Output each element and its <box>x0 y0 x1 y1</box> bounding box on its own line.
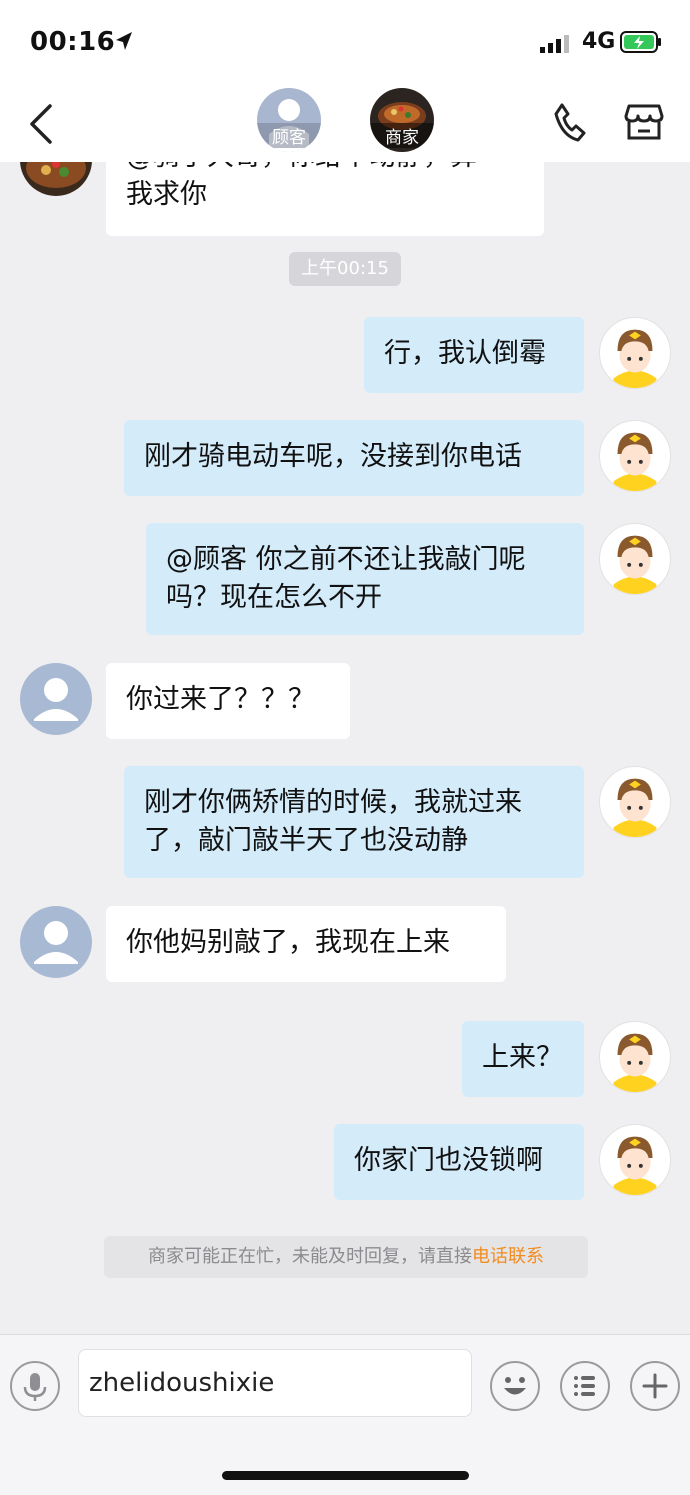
message-line: 刚才你俩矫情的时候，我就过来 <box>144 787 522 818</box>
rider-helmet-icon <box>613 329 657 388</box>
voice-button[interactable] <box>10 1361 60 1411</box>
list-icon <box>574 1376 595 1396</box>
rider-avatar <box>599 1124 671 1196</box>
quick-reply-button[interactable] <box>560 1361 610 1411</box>
phone-icon[interactable] <box>552 102 586 142</box>
rider-avatar <box>599 420 671 492</box>
plus-icon <box>642 1373 668 1399</box>
message-line: 你他妈别敲了，我现在上来 <box>126 927 450 958</box>
chat-header: 顾客 商家 <box>0 86 690 162</box>
rider-helmet-icon <box>613 1136 657 1195</box>
phone-contact-link[interactable]: 电话联系 <box>472 1246 544 1267</box>
message-line: 你过来了？？？ <box>126 684 315 715</box>
timestamp: 上午00:15 <box>289 252 401 286</box>
message-line: 了，敲门敲半天了也没动静 <box>144 825 468 856</box>
emoji-button[interactable] <box>490 1361 540 1411</box>
user-silhouette-icon <box>34 678 78 721</box>
message-bubble[interactable]: 刚才你俩矫情的时候，我就过来 了，敲门敲半天了也没动静 <box>124 766 584 878</box>
back-chevron-icon[interactable] <box>24 102 60 146</box>
message-bubble[interactable]: @骑手大哥，你给个动静，算 我求你 <box>106 162 544 236</box>
merchant-busy-notice: 商家可能正在忙，未能及时回复，请直接电话联系 <box>104 1236 588 1278</box>
message-list[interactable]: @骑手大哥，你给个动静，算 我求你 上午00:15 行，我认倒霉 刚才骑电动车呢… <box>0 162 690 1334</box>
battery-charging-icon <box>620 31 661 53</box>
network-label: 4G <box>582 29 616 54</box>
user-silhouette-icon <box>34 921 78 964</box>
merchant-avatar-button[interactable]: 商家 <box>370 88 434 152</box>
message-line: 我求你 <box>126 179 207 210</box>
message-bubble[interactable]: 刚才骑电动车呢，没接到你电话 <box>124 420 584 496</box>
customer-avatar-button[interactable]: 顾客 <box>257 88 321 152</box>
location-arrow-icon <box>116 32 132 50</box>
rider-helmet-icon <box>613 535 657 594</box>
customer-avatar <box>20 906 92 978</box>
message-line: @骑手大哥，你给个动静，算 <box>126 162 524 176</box>
notice-text: 商家可能正在忙，未能及时回复，请直接 <box>148 1246 472 1267</box>
rider-avatar <box>599 523 671 595</box>
message-bubble[interactable]: 你他妈别敲了，我现在上来 <box>106 906 506 982</box>
message-bubble[interactable]: 上来？ <box>462 1021 584 1097</box>
home-indicator <box>222 1471 469 1480</box>
microphone-icon <box>23 1373 47 1401</box>
input-bar <box>0 1334 690 1495</box>
rider-helmet-icon <box>613 1033 657 1092</box>
message-bubble[interactable]: @顾客 你之前不还让我敲门呢 吗？现在怎么不开 <box>146 523 584 635</box>
rider-avatar <box>599 766 671 838</box>
smiley-icon <box>504 1377 526 1395</box>
message-bubble[interactable]: 你过来了？？？ <box>106 663 350 739</box>
message-line: 行，我认倒霉 <box>384 338 546 369</box>
message-bubble[interactable]: 行，我认倒霉 <box>364 317 584 393</box>
food-dish-icon <box>26 162 86 188</box>
message-line: 你家门也没锁啊 <box>354 1145 543 1176</box>
signal-icon <box>540 35 569 53</box>
merchant-avatar <box>20 162 92 196</box>
message-line: 刚才骑电动车呢，没接到你电话 <box>144 441 522 472</box>
status-time: 00:16 <box>30 27 116 57</box>
customer-tag: 顾客 <box>257 123 321 148</box>
rider-avatar <box>599 317 671 389</box>
message-input[interactable] <box>78 1349 472 1417</box>
merchant-tag: 商家 <box>370 123 434 148</box>
message-line: 上来？ <box>482 1042 563 1073</box>
status-bar: 00:16 4G <box>0 0 690 86</box>
store-icon[interactable] <box>624 102 664 142</box>
customer-avatar <box>20 663 92 735</box>
rider-helmet-icon <box>613 778 657 837</box>
message-line: 吗？现在怎么不开 <box>166 582 382 613</box>
message-line: @顾客 你之前不还让我敲门呢 <box>166 544 526 575</box>
message-bubble[interactable]: 你家门也没锁啊 <box>334 1124 584 1200</box>
rider-helmet-icon <box>613 432 657 491</box>
add-attachment-button[interactable] <box>630 1361 680 1411</box>
rider-avatar <box>599 1021 671 1093</box>
